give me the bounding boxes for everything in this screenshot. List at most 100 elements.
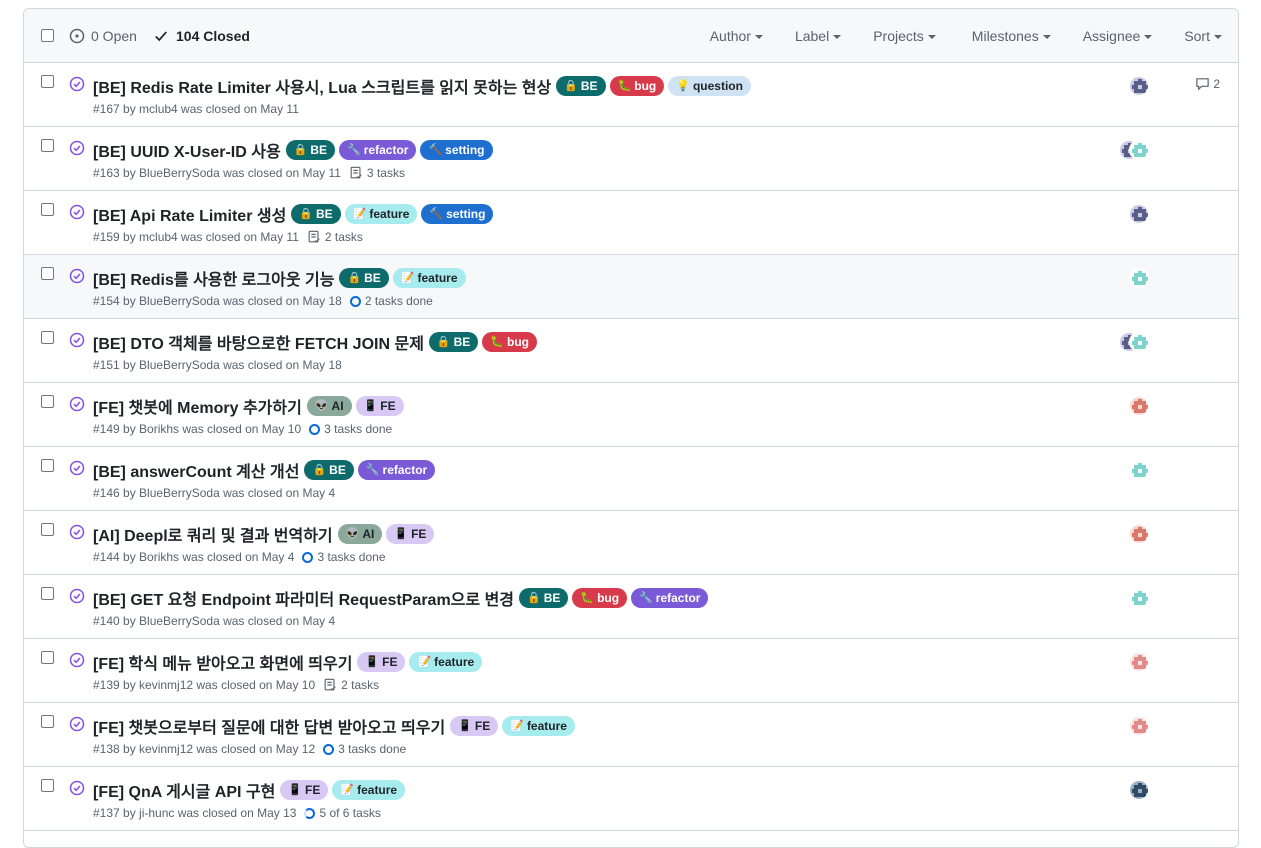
issue-checkbox[interactable] [41,203,54,216]
closed-filter-tab[interactable]: 104 Closed [154,28,250,44]
assignee-avatar[interactable] [1129,204,1149,224]
issue-row[interactable]: [BE] DTO 객체를 바탕으로한 FETCH JOIN 문제 🔒 BE 🐛 bug #… [24,319,1238,383]
assignee-avatar[interactable] [1129,76,1149,96]
assignee-avatar[interactable] [1129,268,1149,288]
issue-checkbox[interactable] [41,267,54,280]
task-progress[interactable]: 2 tasks done [349,294,433,308]
issue-checkbox[interactable] [41,651,54,664]
label-fe[interactable]: 📱 FE [357,652,406,672]
label-bug[interactable]: 🐛 bug [572,588,628,608]
label-refactor[interactable]: 🔧 refactor [357,460,436,480]
label-refactor[interactable]: 🔧 refactor [339,140,417,160]
label-question[interactable]: 💡 question [668,76,751,96]
issue-title[interactable]: [BE] UUID X-User-ID 사용 [93,138,281,162]
label-feature[interactable]: 📝 feature [409,652,483,672]
issue-row[interactable]: [BE] Api Rate Limiter 생성 🔒 BE 📝 feature 🔨 sett… [24,191,1238,255]
label-refactor[interactable]: 🔧 refactor [631,588,709,608]
task-progress[interactable]: 3 tasks [349,166,405,180]
issue-checkbox[interactable] [41,587,54,600]
label-be[interactable]: 🔒 BE [339,268,389,288]
assignee-avatar[interactable] [1129,332,1149,352]
label-text: feature [526,719,567,733]
issue-row[interactable]: [FE] QnA 게시글 API 구현 📱 FE 📝 feature #137 by ji… [24,767,1238,831]
label-be[interactable]: 🔒 BE [556,76,606,96]
assignee-avatar[interactable] [1129,396,1149,416]
issue-row[interactable]: [AI] Deepl로 쿼리 및 결과 번역하기 👽 AI 📱 FE #144 by Bo… [24,511,1238,575]
author-filter[interactable]: Author [710,28,763,44]
assignee-filter[interactable]: Assignee [1083,28,1153,44]
label-text: refactor [382,463,428,477]
issue-title[interactable]: [FE] 챗봇으로부터 질문에 대한 답변 받아오고 띄우기 [93,714,445,738]
issue-title[interactable]: [BE] Api Rate Limiter 생성 [93,202,286,226]
issue-title[interactable]: [BE] DTO 객체를 바탕으로한 FETCH JOIN 문제 [93,330,424,354]
label-fe[interactable]: 📱 FE [386,524,435,544]
label-bug[interactable]: 🐛 bug [482,332,537,352]
issue-row[interactable]: [BE] Redis Rate Limiter 사용시, Lua 스크립트를 읽… [24,63,1238,127]
comments-link[interactable]: 2 [1195,76,1220,91]
issue-title[interactable]: [FE] 학식 메뉴 받아오고 화면에 띄우기 [93,650,352,674]
task-progress[interactable]: 3 tasks done [309,422,392,436]
label-filter[interactable]: Label [794,28,842,44]
assignee-avatar[interactable] [1129,716,1149,736]
assignee-avatar[interactable] [1129,588,1149,608]
label-bug[interactable]: 🐛 bug [609,76,665,96]
issue-row[interactable]: [BE] UUID X-User-ID 사용 🔒 BE 🔧 refactor 🔨 setti… [24,127,1238,191]
label-fe[interactable]: 📱 FE [280,780,329,800]
issue-meta: #137 by ji-hunc was closed on May 13 5 of… [93,806,381,820]
assignee-avatar[interactable] [1129,140,1149,160]
task-progress[interactable]: 3 tasks done [302,550,386,564]
label-ai[interactable]: 👽 AI [306,396,352,416]
label-fe[interactable]: 📱 FE [355,396,404,416]
assignee-avatar[interactable] [1129,652,1149,672]
issue-title[interactable]: [BE] Redis Rate Limiter 사용시, Lua 스크립트를 읽… [93,74,551,98]
issue-checkbox[interactable] [41,523,54,536]
issue-title[interactable]: [AI] Deepl로 쿼리 및 결과 번역하기 [93,522,333,546]
task-progress[interactable]: 2 tasks [307,230,363,244]
projects-filter[interactable]: Projects [873,28,936,44]
issue-row[interactable]: [FE] 챗봇으로부터 질문에 대한 답변 받아오고 띄우기 📱 FE 📝 featur… [24,703,1238,767]
issue-row[interactable]: [BE] GET 요청 Endpoint 파라미터 RequestParam으로… [24,575,1238,639]
label-be[interactable]: 🔒 BE [285,140,336,160]
issue-title[interactable]: [BE] GET 요청 Endpoint 파라미터 RequestParam으로… [93,586,514,610]
issue-checkbox[interactable] [41,75,54,88]
label-be[interactable]: 🔒 BE [519,588,569,608]
issue-row[interactable]: [FE] 챗봇에 Memory 추가하기 👽 AI 📱 FE #149 by Borikh… [24,383,1238,447]
issue-checkbox[interactable] [41,331,54,344]
open-filter-tab[interactable]: 0 Open [69,28,137,44]
issue-title-line: [FE] 학식 메뉴 받아오고 화면에 띄우기 📱 FE 📝 feature [93,650,483,674]
label-setting[interactable]: 🔨 setting [420,140,493,160]
task-progress[interactable]: 3 tasks done [323,742,406,756]
label-feature[interactable]: 📝 feature [332,780,406,800]
issue-row[interactable]: [BE] Redis를 사용한 로그아웃 기능 🔒 BE 📝 feature #154 b… [24,255,1238,319]
assignee-avatar[interactable] [1129,780,1149,800]
issue-checkbox[interactable] [41,395,54,408]
label-be[interactable]: 🔒 BE [291,204,341,224]
label-feature[interactable]: 📝 feature [344,204,418,224]
label-filter-label: Label [794,28,830,44]
issue-checkbox[interactable] [41,139,54,152]
label-ai[interactable]: 👽 AI [337,524,383,544]
label-be[interactable]: 🔒 BE [304,460,354,480]
milestones-filter[interactable]: Milestones [972,28,1051,44]
issue-title[interactable]: [FE] QnA 게시글 API 구현 [93,778,275,802]
assignee-avatar[interactable] [1129,460,1149,480]
issue-checkbox[interactable] [41,715,54,728]
issue-title[interactable]: [FE] 챗봇에 Memory 추가하기 [93,394,302,418]
task-progress[interactable]: 5 of 6 tasks [304,806,381,820]
label-feature[interactable]: 📝 feature [392,268,466,288]
task-text: 2 tasks [324,230,363,244]
assignee-avatar[interactable] [1129,524,1149,544]
issue-checkbox[interactable] [41,459,54,472]
issue-row[interactable]: [FE] 학식 메뉴 받아오고 화면에 띄우기 📱 FE 📝 feature #139 b… [24,639,1238,703]
select-all-checkbox[interactable] [41,29,54,42]
issue-checkbox[interactable] [41,779,54,792]
issue-title[interactable]: [BE] answerCount 계산 개선 [93,458,299,482]
task-progress[interactable]: 2 tasks [323,678,379,692]
label-be[interactable]: 🔒 BE [428,332,479,352]
issue-title[interactable]: [BE] Redis를 사용한 로그아웃 기능 [93,266,334,290]
label-setting[interactable]: 🔨 setting [421,204,494,224]
sort-filter[interactable]: Sort [1184,28,1222,44]
label-fe[interactable]: 📱 FE [450,716,499,736]
issue-row[interactable]: [BE] answerCount 계산 개선 🔒 BE 🔧 refactor #146 b… [24,447,1238,511]
label-feature[interactable]: 📝 feature [502,716,575,736]
